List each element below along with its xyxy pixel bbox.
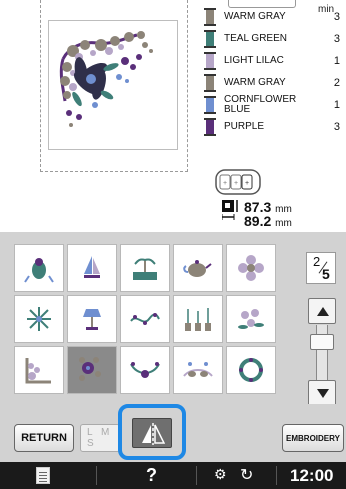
thread-spool-icon [204, 118, 216, 136]
pattern-thumbnail[interactable] [67, 346, 117, 394]
thread-row: PURPLE 3 [204, 116, 344, 138]
pattern-preview [48, 20, 178, 150]
pattern-thumbnail[interactable] [120, 295, 170, 343]
thread-row: WARM GRAY 3 [204, 6, 344, 28]
status-divider [96, 466, 97, 485]
pattern-thumbnail[interactable] [14, 244, 64, 292]
thread-color-name: WARM GRAY [224, 11, 286, 22]
lace-flower-pattern-icon [238, 255, 264, 281]
mirror-highlight[interactable] [118, 404, 186, 460]
parrot-pattern-icon [24, 258, 54, 283]
pattern-width-readout: 89.2 mm [244, 213, 292, 229]
vine-border-pattern-icon [130, 313, 160, 325]
machine-info-icon[interactable]: ⚙ [214, 466, 227, 483]
sailboat-pattern-icon [84, 256, 100, 278]
thread-row: LIGHT LILAC 1 [204, 50, 344, 72]
size-select-button[interactable]: L M S [80, 424, 120, 452]
scroll-thumb[interactable] [310, 334, 334, 350]
status-divider [196, 466, 197, 485]
page-indicator: 2 5 [306, 252, 336, 284]
document-icon[interactable] [36, 467, 50, 484]
pattern-thumbnail[interactable] [14, 346, 64, 394]
pattern-thumbnail[interactable] [120, 244, 170, 292]
pattern-thumbnail[interactable] [173, 244, 223, 292]
pattern-thumbnail[interactable] [226, 244, 276, 292]
svg-text:+: + [234, 180, 238, 187]
thread-spool-icon [204, 52, 216, 70]
return-button[interactable]: RETURN [14, 424, 74, 452]
thread-color-name: CORNFLOWER BLUE [224, 94, 297, 115]
status-divider [276, 466, 277, 485]
scroll-up-button[interactable] [308, 298, 336, 324]
thread-color-list: WARM GRAY 3 TEAL GREEN 3 LIGHT LILAC 1 WARM GR… [204, 6, 344, 138]
thread-minutes: 3 [333, 11, 340, 23]
function-bar: RETURN L M S EMBROIDERY [0, 404, 346, 462]
pattern-thumbnail[interactable] [120, 346, 170, 394]
pattern-thumbnail[interactable] [226, 295, 276, 343]
pattern-grid [14, 244, 276, 394]
mirror-flip-icon [142, 423, 165, 445]
teapot-pattern-icon [183, 260, 212, 277]
thread-color-name: PURPLE [224, 121, 265, 132]
thread-row: WARM GRAY 2 [204, 72, 344, 94]
thread-minutes: 2 [333, 77, 340, 89]
beach-palm-pattern-icon [133, 258, 157, 280]
corner-floral-pattern-icon [79, 357, 101, 381]
thread-color-name: TEAL GREEN [224, 33, 287, 44]
svg-text:+: + [223, 180, 227, 187]
thread-color-name: LIGHT LILAC [224, 55, 284, 66]
scroll-down-button[interactable] [308, 380, 336, 406]
thread-spool-icon [204, 30, 216, 48]
thread-spool-icon [204, 74, 216, 92]
thread-minutes: 3 [333, 121, 340, 133]
thread-minutes: 3 [333, 33, 340, 45]
embroidery-button[interactable]: EMBROIDERY [282, 424, 344, 452]
plant-pots-pattern-icon [185, 308, 211, 331]
pattern-thumbnail[interactable] [14, 295, 64, 343]
corner-floral-preview-image [59, 31, 153, 127]
arrow-down-icon [317, 389, 329, 398]
pattern-thumbnail[interactable] [67, 295, 117, 343]
thread-row: TEAL GREEN 3 [204, 28, 344, 50]
help-icon[interactable]: ? [146, 465, 157, 486]
mirror-image-button[interactable] [132, 418, 172, 448]
thread-spool-icon [204, 96, 216, 114]
preview-panel: min WARM GRAY 3 TEAL GREEN 3 LIGHT LILAC 1 WAR… [0, 0, 346, 229]
lamp-pattern-icon [83, 309, 101, 330]
thread-spool-icon [204, 8, 216, 26]
pattern-thumbnail[interactable] [173, 295, 223, 343]
thread-color-name: WARM GRAY [224, 77, 286, 88]
cats-pattern-icon [183, 362, 213, 377]
pattern-thumbnail[interactable] [173, 346, 223, 394]
thread-row: CORNFLOWER BLUE 1 [204, 94, 344, 116]
hoop-icon: + + + [215, 169, 261, 195]
pattern-size-icon [222, 200, 238, 220]
floral-spray-pattern-icon [238, 309, 264, 329]
swag-border-pattern-icon [130, 362, 160, 378]
thread-minutes: 1 [333, 55, 340, 67]
arrow-up-icon [317, 307, 329, 316]
wreath-pattern-icon [239, 358, 263, 382]
pattern-thumbnail[interactable] [226, 346, 276, 394]
clock: 12:00 [290, 466, 334, 485]
total-pages: 5 [322, 266, 330, 282]
thread-minutes: 1 [333, 99, 340, 111]
svg-text:+: + [245, 180, 249, 187]
corner-scroll-pattern-icon [25, 358, 51, 384]
current-page: 2 [313, 254, 321, 269]
pattern-selection-area: 2 5 [0, 232, 346, 406]
snowflake-pattern-icon [27, 307, 51, 331]
pattern-thumbnail[interactable] [67, 244, 117, 292]
switch-mode-icon[interactable]: ↻ [240, 465, 253, 485]
status-bar: ? ⚙ ↻ 12:00 [0, 462, 346, 489]
